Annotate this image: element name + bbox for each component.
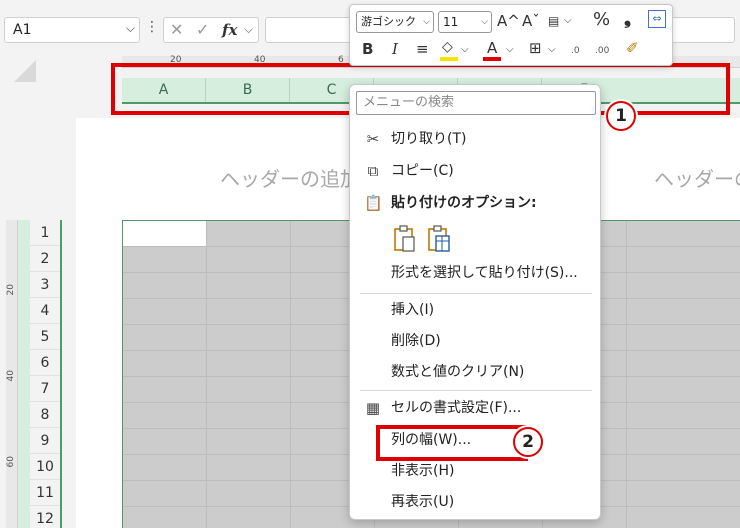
menu-item-paste-special[interactable]: 形式を選択して貼り付け(S)... (350, 258, 600, 288)
annotation-badge-1: 1 (606, 101, 636, 131)
menu-item-delete[interactable]: 削除(D) (350, 326, 600, 356)
italic-icon[interactable]: I (392, 39, 398, 59)
excel-window: A1 ⌵ ⋮ ✕ ✓ fx ⌵ 20 40 6 A B C F ヘッダーの追加 … (0, 0, 740, 528)
vertical-ruler: 20 40 60 (6, 220, 18, 528)
chevron-down-icon[interactable]: ⌵ (506, 40, 514, 60)
row-selection-strip (18, 220, 30, 528)
chevron-down-icon: ⌵ (423, 17, 430, 27)
menu-search-placeholder: メニューの検索 (363, 95, 455, 110)
increase-decimal-icon[interactable]: .0 (571, 41, 580, 61)
ruler-label: 40 (6, 370, 16, 382)
add-header-hint-next[interactable]: ヘッダーの (654, 163, 740, 192)
font-size-value: 11 (443, 15, 459, 29)
name-box[interactable]: A1 ⌵ (4, 17, 140, 43)
font-size-select[interactable]: 11 ⌵ (438, 11, 492, 33)
font-color-swatch (483, 57, 501, 61)
font-name-value: 游ゴシック (361, 15, 416, 28)
menu-separator (360, 390, 592, 391)
grid-line (626, 221, 627, 528)
row-header[interactable]: 9 (30, 428, 60, 454)
clipboard-icon: 📋 (364, 194, 383, 212)
menu-item-unhide-label: 再表示(U) (391, 494, 455, 510)
chevron-down-icon: ⌵ (481, 17, 488, 27)
more-options-icon[interactable]: ⋮ (145, 19, 159, 35)
row-header[interactable]: 8 (30, 402, 60, 428)
menu-item-clear-contents[interactable]: 数式と値のクリア(N) (350, 357, 600, 387)
enter-icon[interactable]: ✓ (196, 20, 209, 39)
row-header[interactable]: 12 (30, 506, 60, 528)
name-box-value: A1 (13, 22, 32, 38)
center-align-icon[interactable]: ≡ (416, 39, 429, 59)
copy-icon: ⧉ (367, 162, 379, 180)
borders-icon[interactable]: ⊞ (529, 38, 542, 58)
increase-font-size-icon[interactable]: A^ (497, 11, 520, 31)
bold-icon[interactable]: B (362, 39, 373, 59)
font-color-icon[interactable]: A (487, 38, 497, 58)
row-headers: 1 2 3 4 5 6 7 8 9 10 11 12 (30, 220, 62, 528)
chevron-down-icon[interactable]: ⌵ (564, 11, 572, 31)
menu-item-clear-contents-label: 数式と値のクリア(N) (391, 364, 525, 380)
insert-function-icon[interactable]: fx (222, 21, 237, 39)
mini-toolbar: 游ゴシック ⌵ 11 ⌵ A^ Aˇ ▤ ⌵ % ❟ ⇔ B I ≡ ◇ ⌵ A… (349, 4, 673, 66)
menu-item-cut[interactable]: ✂ 切り取り(T) (350, 124, 600, 154)
font-name-select[interactable]: 游ゴシック ⌵ (356, 11, 434, 33)
percent-style-icon[interactable]: % (593, 10, 610, 30)
row-header[interactable]: 6 (30, 350, 60, 376)
menu-item-copy[interactable]: ⧉ コピー(C) (350, 156, 600, 186)
add-header-hint[interactable]: ヘッダーの追加 (220, 163, 360, 192)
menu-item-cut-label: 切り取り(T) (391, 131, 467, 147)
fill-color-swatch (440, 57, 458, 61)
decrease-font-size-icon[interactable]: Aˇ (522, 11, 540, 31)
row-header[interactable]: 4 (30, 298, 60, 324)
fill-color-icon[interactable]: ◇ (442, 37, 453, 57)
row-header[interactable]: 7 (30, 376, 60, 402)
paste-options-heading: 📋 貼り付けのオプション: (350, 188, 600, 218)
row-header[interactable]: 2 (30, 246, 60, 272)
menu-item-copy-label: コピー(C) (391, 163, 454, 179)
format-painter-icon[interactable]: ✐ (626, 38, 639, 58)
menu-item-insert[interactable]: 挿入(I) (350, 295, 600, 325)
row-header[interactable]: 3 (30, 272, 60, 298)
chevron-down-icon[interactable]: ⌵ (461, 40, 469, 60)
active-cell-a1[interactable] (123, 221, 206, 247)
grid-line (290, 221, 291, 528)
row-header[interactable]: 11 (30, 480, 60, 506)
scissors-icon: ✂ (366, 130, 380, 148)
comma-style-icon[interactable]: ❟ (624, 9, 631, 29)
ruler-label: 60 (6, 456, 16, 468)
menu-separator (360, 293, 592, 294)
menu-item-format-cells[interactable]: ▦ セルの書式設定(F)... (350, 393, 600, 423)
menu-item-paste-special-label: 形式を選択して貼り付け(S)... (391, 265, 578, 281)
menu-item-unhide[interactable]: 再表示(U) (350, 487, 600, 517)
menu-item-delete-label: 削除(D) (391, 333, 441, 349)
decrease-decimal-icon[interactable]: .00 (595, 41, 609, 61)
cancel-icon[interactable]: ✕ (170, 20, 183, 39)
annotation-box-2 (376, 425, 528, 461)
row-header[interactable]: 5 (30, 324, 60, 350)
paste-options-row (350, 220, 600, 256)
chevron-down-icon[interactable]: ⌵ (126, 21, 135, 36)
merge-center-icon[interactable]: ⇔ (648, 10, 666, 28)
formula-buttons: ✕ ✓ fx ⌵ (163, 17, 259, 43)
ruler-label: 20 (6, 284, 16, 296)
cell-styles-icon[interactable]: ▤ (548, 11, 559, 31)
select-all-button[interactable] (14, 60, 36, 82)
chevron-down-icon[interactable]: ⌵ (548, 40, 556, 60)
chevron-down-icon[interactable]: ⌵ (244, 22, 253, 37)
row-header[interactable]: 10 (30, 454, 60, 480)
menu-item-format-cells-label: セルの書式設定(F)... (391, 400, 522, 416)
grid-line (206, 221, 207, 528)
annotation-badge-2: 2 (513, 427, 543, 457)
menu-item-insert-label: 挿入(I) (391, 302, 435, 318)
paste-options-label: 貼り付けのオプション: (391, 195, 537, 211)
paste-icon[interactable] (392, 224, 418, 254)
paste-values-icon[interactable] (426, 224, 452, 254)
menu-search-input[interactable]: メニューの検索 (356, 91, 596, 115)
row-header[interactable]: 1 (30, 220, 60, 246)
format-cells-icon: ▦ (365, 399, 381, 417)
